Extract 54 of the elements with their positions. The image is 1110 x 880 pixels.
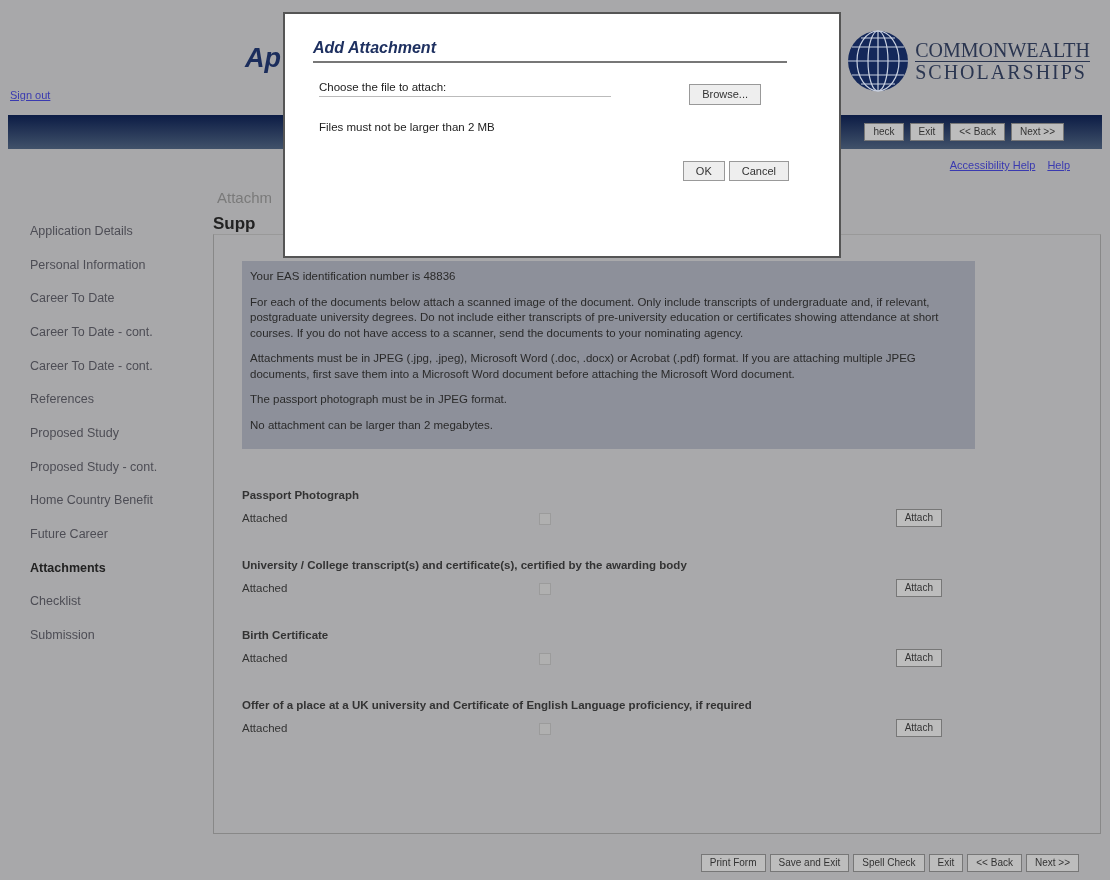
file-input-field[interactable] [319, 96, 611, 99]
sidebar-item[interactable]: Proposed Study - cont. [30, 449, 213, 484]
toolbar-button[interactable]: Exit [909, 123, 945, 141]
sidebar-item[interactable]: Checklist [30, 584, 213, 619]
attach-button[interactable]: Attach [895, 579, 942, 598]
section-heading: Supp [213, 214, 257, 235]
dialog-button[interactable]: Cancel [728, 160, 789, 182]
info-paragraph: Your EAS identification number is 48836 [250, 269, 457, 284]
sidebar-item[interactable]: Career To Date [30, 281, 213, 316]
document-title: University / College transcript(s) and certificate(s), certified by the awarding body [242, 557, 688, 573]
browse-button[interactable]: Browse... [689, 84, 761, 105]
status-text: Attached [242, 720, 288, 736]
info-paragraph: The passport photograph must be in JPEG format. [250, 392, 508, 408]
attach-button[interactable]: Attach [895, 649, 942, 668]
info-paragraph: No attachment can be larger than 2 megabytes. [250, 417, 494, 433]
sidebar-item[interactable]: Home Country Benefit [30, 483, 213, 518]
footer-button[interactable]: Print Form [700, 854, 766, 872]
sidebar-item[interactable]: Application Details [30, 214, 213, 248]
document-title: Birth Certificate [242, 627, 330, 643]
field-label: Choose the file to attach: [318, 80, 447, 95]
size-note: Files must not be larger than 2 MB [318, 119, 496, 135]
footer-button[interactable]: << Back [967, 854, 1022, 872]
toolbar-button[interactable]: heck [864, 123, 904, 141]
status-text: Attached [242, 580, 288, 596]
attach-button[interactable]: Attach [895, 719, 942, 738]
sidebar-item[interactable]: Career To Date - cont. [30, 348, 213, 383]
sidebar-item[interactable]: Proposed Study [30, 416, 213, 450]
logo-text: COMMONWEALTH SCHOLARSHIPS [915, 39, 1090, 83]
document-title: Offer of a place at a UK university and Certificate of English Language proficiency, if required [242, 697, 753, 713]
status-text: Attached [242, 510, 288, 526]
footer-button[interactable]: Spell Check [853, 854, 925, 872]
dialog-title: Add Attachment [313, 36, 787, 63]
sidebar-item[interactable]: References [30, 382, 213, 417]
dialog-button[interactable]: OK [682, 160, 725, 182]
sign-out-link[interactable]: Sign out [10, 86, 51, 103]
footer-button[interactable]: Next >> [1025, 854, 1079, 872]
document-title: Passport Photograph [242, 487, 360, 503]
page-title: Ap [243, 42, 281, 75]
sidebar-item[interactable]: Personal Information [30, 247, 213, 282]
sidebar-item[interactable]: Future Career [30, 517, 213, 551]
globe-icon [847, 30, 910, 92]
toolbar-button[interactable]: Next >> [1010, 123, 1064, 141]
sidebar-item[interactable]: Attachments [30, 550, 213, 585]
attach-button[interactable]: Attach [895, 509, 942, 528]
info-paragraph: Attachments must be in JPEG (.jpg, .jpeg), Microsoft Word (.doc, .docx) or Acrobat (.pdf) format. If you are attaching multiple JPEG documents, first save them into a Microsoft Word document before attaching the Microsoft Word document. [250, 351, 917, 382]
info-paragraph: For each of the documents below attach a scanned image of the document. Only include transcripts of undergraduate and, if relevant, postgraduate university degrees. Do not include either transcripts of pre-university education or certificates showing attendance at short courses. If you do not have access to a scanner, send the documents to your nominating agency. [250, 294, 940, 341]
sidebar-item[interactable]: Submission [30, 618, 213, 652]
footer-button[interactable]: Save and Exit [769, 854, 850, 872]
toolbar-button[interactable]: << Back [950, 123, 1005, 141]
footer-button[interactable]: Exit [928, 854, 964, 872]
help-link[interactable]: Help [1047, 157, 1070, 179]
sidebar-item[interactable]: Career To Date - cont. [30, 315, 213, 349]
status-text: Attached [242, 650, 288, 666]
help-link[interactable]: Accessibility Help [949, 157, 1036, 179]
